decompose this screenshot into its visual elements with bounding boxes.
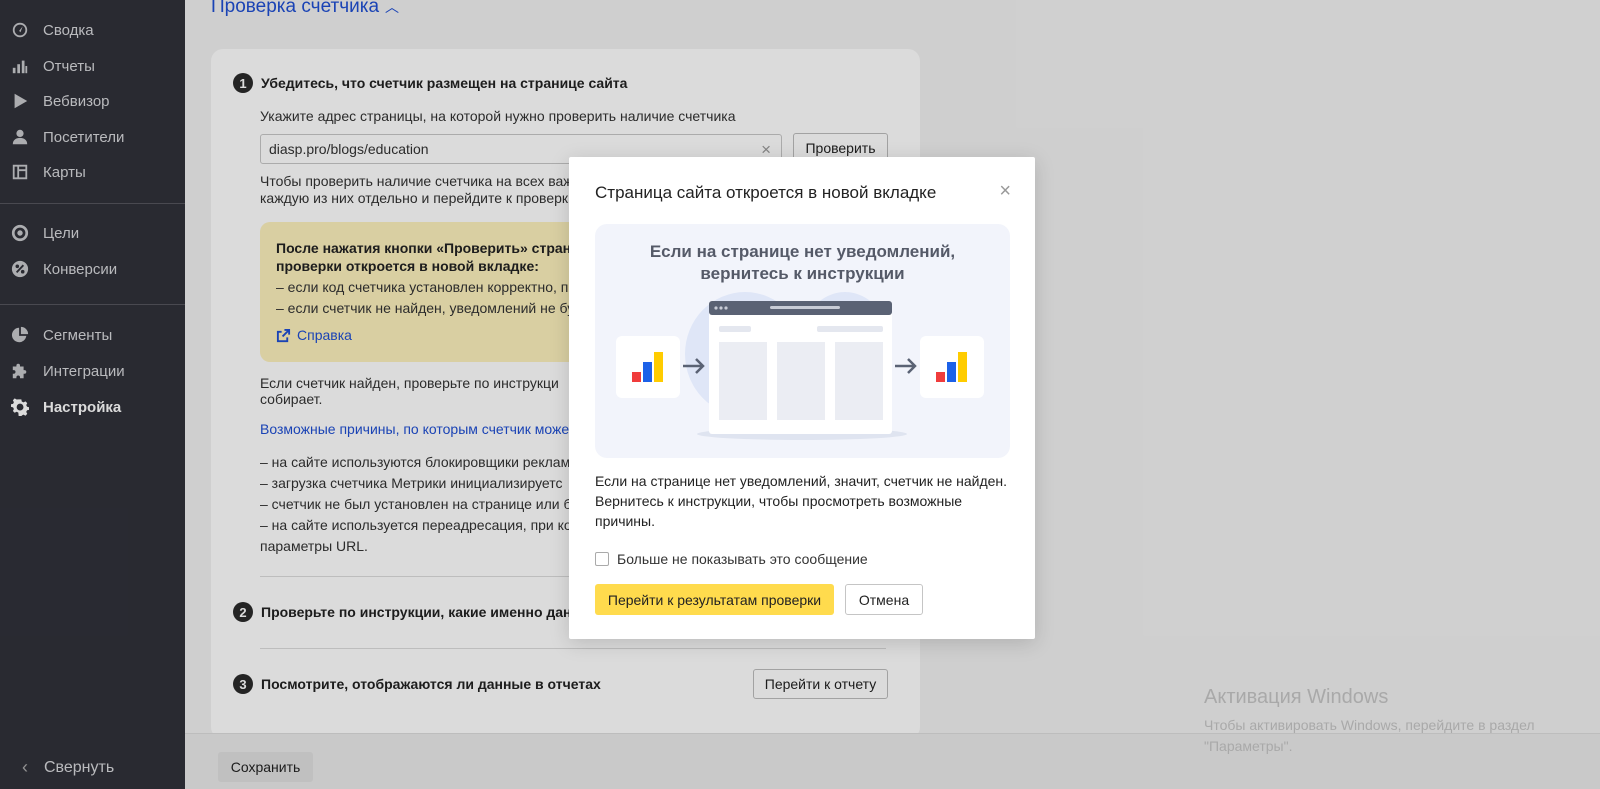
browser-illustration [616, 292, 984, 440]
checkbox-label: Больше не показывать это сообщение [617, 551, 868, 567]
new-tab-dialog: Страница сайта откроется в новой вкладке… [569, 157, 1035, 639]
watermark-title: Активация Windows [1204, 686, 1389, 708]
cancel-button[interactable]: Отмена [845, 584, 923, 615]
metrika-logo-right [920, 336, 984, 398]
dialog-description: Если на странице нет уведомлений, значит… [595, 473, 1008, 529]
windows-activation-watermark: Активация Windows Чтобы активировать Win… [1204, 686, 1574, 757]
metrika-logo-left [616, 336, 680, 398]
dialog-title: Страница сайта откроется в новой вкладке [595, 183, 937, 202]
watermark-subtitle: Чтобы активировать Windows, перейдите в … [1204, 717, 1535, 754]
dont-show-again-checkbox[interactable]: Больше не показывать это сообщение [595, 551, 868, 567]
dialog-illustration: Если на странице нет уведомлений, вернит… [595, 224, 1010, 458]
close-icon[interactable]: × [999, 181, 1011, 201]
checkbox-box[interactable] [595, 552, 609, 566]
go-to-results-button[interactable]: Перейти к результатам проверки [595, 584, 834, 615]
